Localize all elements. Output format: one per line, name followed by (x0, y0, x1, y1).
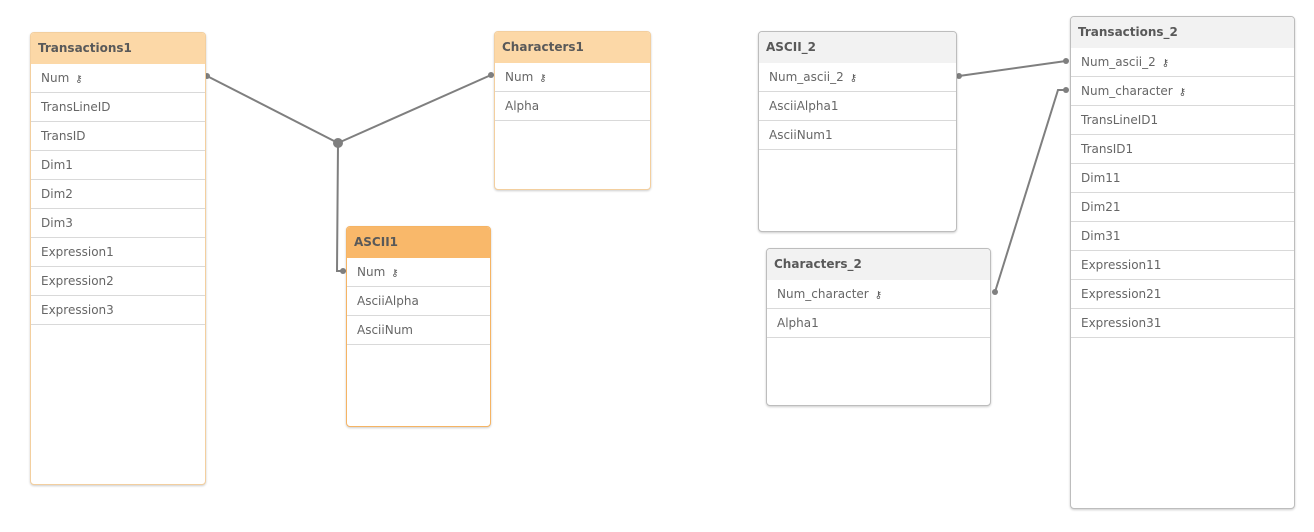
link-endpoint (992, 289, 998, 295)
field-row[interactable]: AsciiNum (347, 316, 490, 345)
field-name: Expression21 (1081, 287, 1162, 301)
key-icon: ⚷ (874, 290, 883, 301)
table-transactions1[interactable]: Transactions1 Num ⚷ TransLineID TransID Dim1 D… (30, 32, 206, 485)
field-name: Alpha (505, 99, 540, 113)
table-title[interactable]: Transactions_2 (1071, 17, 1294, 48)
field-name: Expression3 (41, 303, 114, 317)
field-name: TransLineID (41, 100, 111, 114)
table-title[interactable]: Characters_2 (767, 249, 990, 280)
key-icon: ⚷ (539, 73, 547, 84)
field-name: Dim2 (41, 187, 73, 201)
link-transactions1-num[interactable] (206, 75, 339, 144)
field-row[interactable]: Dim11 (1071, 164, 1294, 193)
field-row[interactable]: TransLineID (31, 93, 205, 122)
field-name: Dim31 (1081, 229, 1121, 243)
field-row[interactable]: Expression2 (31, 267, 205, 296)
field-name: AsciiNum1 (769, 128, 833, 142)
field-name: Num (505, 70, 534, 84)
field-row[interactable]: AsciiNum1 (759, 121, 956, 150)
table-ascii1[interactable]: ASCII1 Num ⚷ AsciiAlpha AsciiNum (346, 226, 491, 427)
field-name: TransLineID1 (1081, 113, 1159, 127)
table-transactions_2[interactable]: Transactions_2 Num_ascii_2 ⚷ Num_character ⚷… (1070, 16, 1295, 509)
field-name: TransID1 (1081, 142, 1134, 156)
field-name: Dim21 (1081, 200, 1121, 214)
field-name: Dim1 (41, 158, 73, 172)
field-row[interactable]: Dim2 (31, 180, 205, 209)
field-row[interactable]: Num_ascii_2 ⚷ (759, 63, 956, 92)
key-icon: ⚷ (1178, 87, 1187, 98)
field-row[interactable]: Expression1 (31, 238, 205, 267)
field-row[interactable]: Expression31 (1071, 309, 1294, 338)
field-name: Expression1 (41, 245, 114, 259)
field-name: Expression11 (1081, 258, 1162, 272)
field-row[interactable]: Dim31 (1071, 222, 1294, 251)
field-row[interactable]: TransID (31, 122, 205, 151)
table-title[interactable]: ASCII_2 (759, 32, 956, 63)
field-row[interactable]: Num_ascii_2 ⚷ (1071, 48, 1294, 77)
table-title[interactable]: ASCII1 (347, 227, 490, 258)
key-icon: ⚷ (849, 73, 858, 84)
field-row[interactable]: Expression3 (31, 296, 205, 325)
table-characters_2[interactable]: Characters_2 Num_character ⚷ Alpha1 (766, 248, 991, 406)
field-name: Dim11 (1081, 171, 1121, 185)
table-ascii_2[interactable]: ASCII_2 Num_ascii_2 ⚷ AsciiAlpha1 AsciiNum1 (758, 31, 957, 232)
field-row[interactable]: TransLineID1 (1071, 106, 1294, 135)
field-name: Num (41, 71, 70, 85)
link-endpoint (1063, 87, 1069, 93)
field-name: Expression2 (41, 274, 114, 288)
link-num_character[interactable] (994, 89, 1066, 293)
field-name: Num_ascii_2 (769, 70, 844, 84)
field-row[interactable]: AsciiAlpha1 (759, 92, 956, 121)
field-name: AsciiAlpha (357, 294, 419, 308)
field-name: Alpha1 (777, 316, 819, 330)
table-title[interactable]: Characters1 (495, 32, 650, 63)
field-name: AsciiAlpha1 (769, 99, 839, 113)
key-icon: ⚷ (75, 74, 83, 85)
field-name: Dim3 (41, 216, 73, 230)
field-name: Num_character (1081, 84, 1173, 98)
key-icon: ⚷ (1161, 58, 1170, 69)
field-name: Expression31 (1081, 316, 1162, 330)
field-name: Num (357, 265, 386, 279)
table-title[interactable]: Transactions1 (31, 33, 205, 64)
field-name: AsciiNum (357, 323, 413, 337)
field-row[interactable]: AsciiAlpha (347, 287, 490, 316)
table-characters1[interactable]: Characters1 Num ⚷ Alpha (494, 31, 651, 190)
key-icon: ⚷ (391, 268, 399, 279)
field-name: Num_ascii_2 (1081, 55, 1156, 69)
link-num_ascii_2[interactable] (958, 60, 1067, 77)
link-endpoint (1063, 58, 1069, 64)
field-row[interactable]: Num ⚷ (347, 258, 490, 287)
field-row[interactable]: Dim21 (1071, 193, 1294, 222)
field-row[interactable]: Num_character ⚷ (767, 280, 990, 309)
field-row[interactable]: Expression11 (1071, 251, 1294, 280)
field-row[interactable]: Num_character ⚷ (1071, 77, 1294, 106)
field-row[interactable]: Dim1 (31, 151, 205, 180)
link-ascii1-num[interactable] (335, 142, 342, 272)
field-row[interactable]: Alpha1 (767, 309, 990, 338)
field-row[interactable]: TransID1 (1071, 135, 1294, 164)
field-row[interactable]: Num ⚷ (31, 64, 205, 93)
link-characters1-num[interactable] (337, 74, 492, 144)
field-row[interactable]: Num ⚷ (495, 63, 650, 92)
field-name: Num_character (777, 287, 869, 301)
field-name: TransID (41, 129, 86, 143)
field-row[interactable]: Expression21 (1071, 280, 1294, 309)
synthetic-key-hub[interactable] (333, 138, 343, 148)
field-row[interactable]: Dim3 (31, 209, 205, 238)
field-row[interactable]: Alpha (495, 92, 650, 121)
